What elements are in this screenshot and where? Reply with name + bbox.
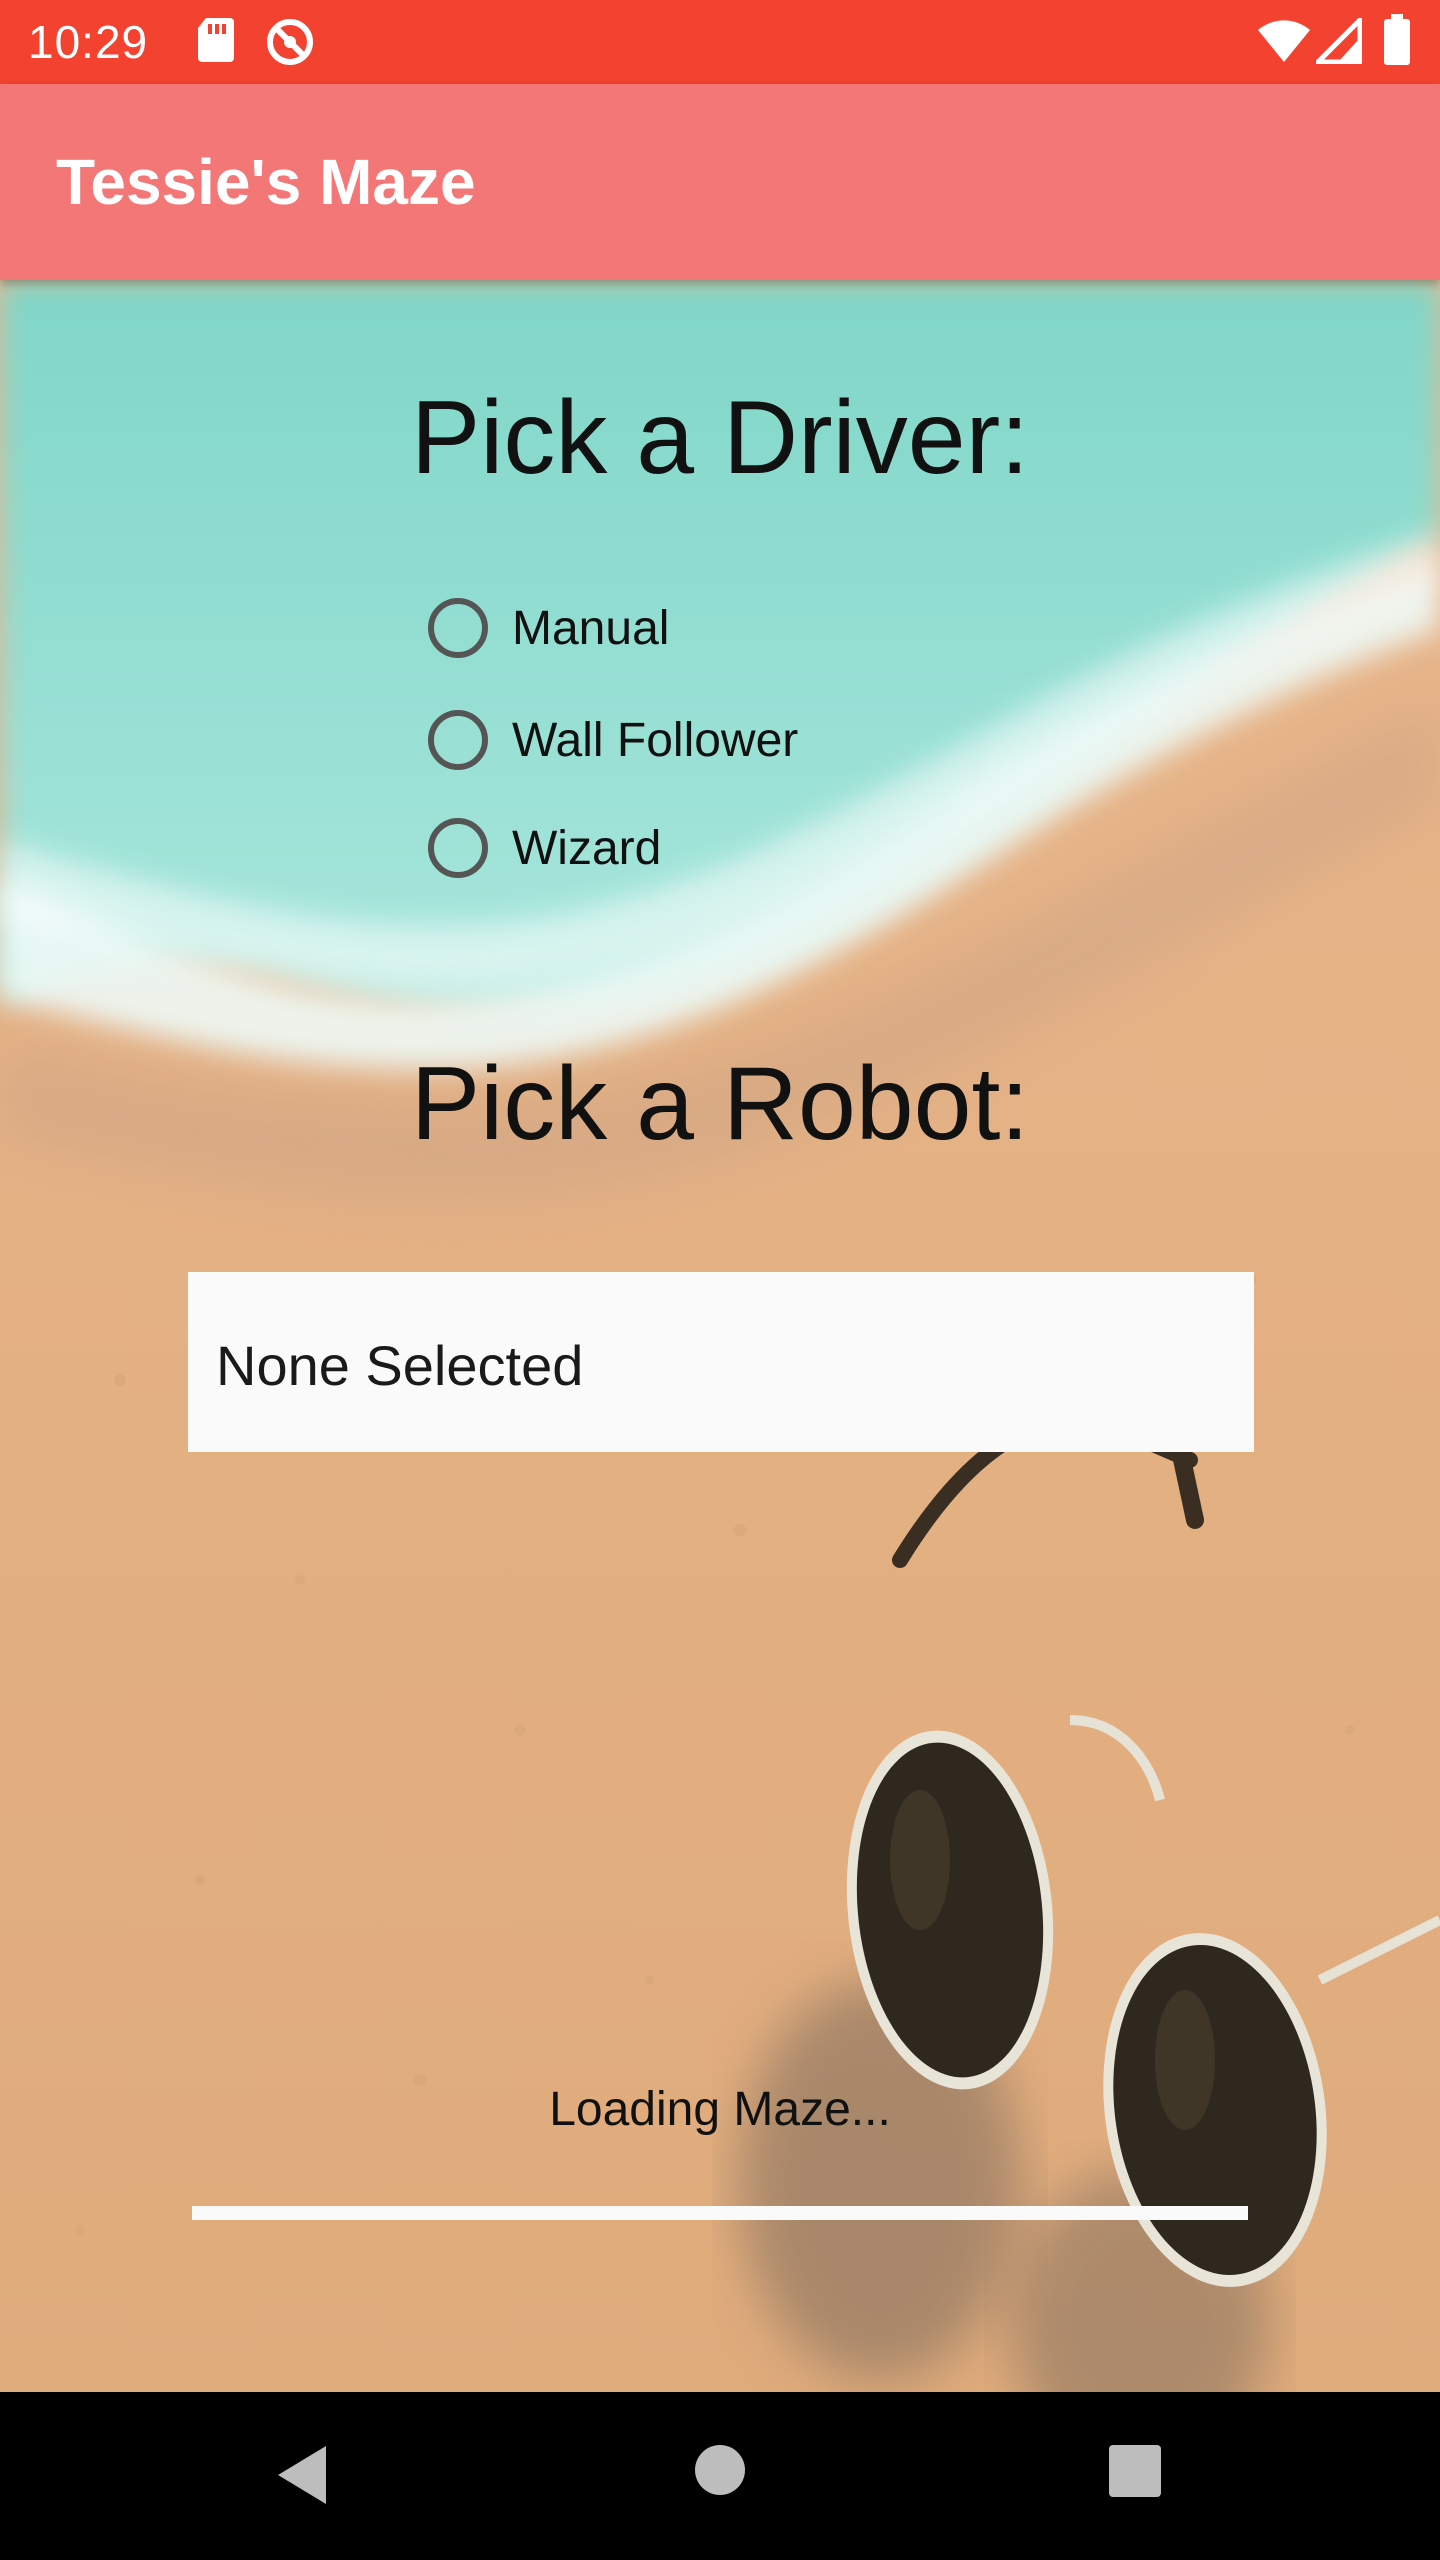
radio-wall-follower[interactable]: Wall Follower [428,700,798,780]
radio-button-unchecked-icon[interactable] [428,818,488,878]
app-title: Tessie's Maze [56,146,476,218]
app-bar: Tessie's Maze [0,84,1440,280]
status-bar: 10:29 [0,0,1440,84]
sync-disabled-icon [267,19,313,65]
robot-dropdown[interactable]: None Selected [188,1272,1254,1452]
cell-signal-icon [1316,18,1362,64]
radio-button-unchecked-icon[interactable] [428,598,488,658]
radio-button-unchecked-icon[interactable] [428,710,488,770]
robot-heading: Pick a Robot: [410,1046,1030,1162]
battery-icon [1384,14,1410,65]
status-time: 10:29 [28,16,149,68]
main-content: Pick a Driver: Manual Wall Follower Wiza… [0,280,1440,2392]
home-icon[interactable] [694,2444,746,2496]
screen: 10:29 Tessie's Maze Pick a Driver: Manua… [0,0,1440,2560]
sd-card-icon [198,18,234,62]
radio-manual[interactable]: Manual [428,588,669,668]
robot-dropdown-value: None Selected [216,1334,584,1397]
recents-icon[interactable] [1108,2444,1162,2498]
radio-label[interactable]: Wizard [512,821,661,876]
back-icon[interactable] [272,2442,332,2508]
loading-label: Loading Maze... [549,2083,891,2136]
navigation-bar [0,2392,1440,2560]
radio-label[interactable]: Wall Follower [512,713,798,768]
driver-heading: Pick a Driver: [410,380,1030,496]
radio-wizard[interactable]: Wizard [428,808,661,888]
loading-progress-bar [192,2206,1248,2220]
radio-label[interactable]: Manual [512,601,669,656]
wifi-icon [1258,20,1310,62]
